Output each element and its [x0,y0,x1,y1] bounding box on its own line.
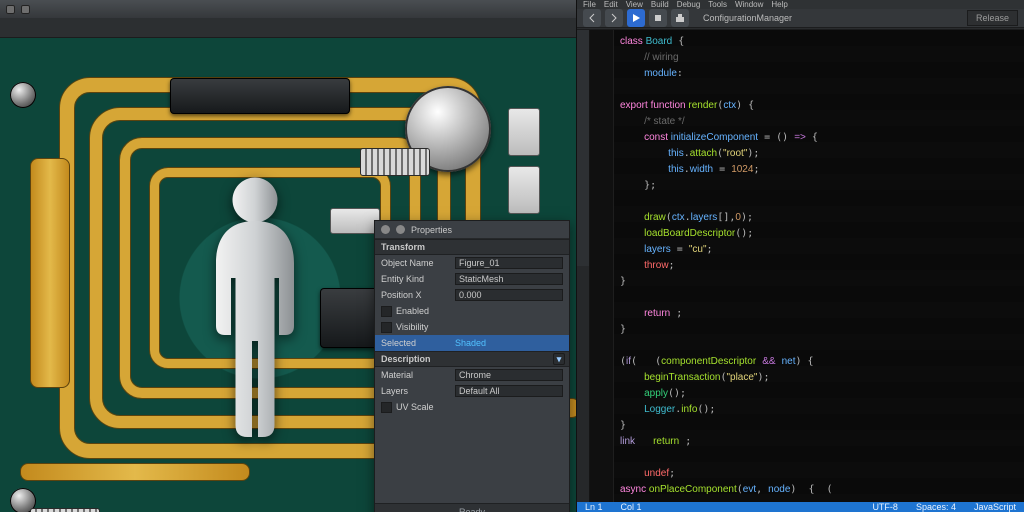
screw-icon [10,82,36,108]
menu-item-help[interactable]: Help [771,0,787,9]
resistor-array-icon [360,148,430,176]
status-bar[interactable]: Ln 1 Col 1 UTF-8 Spaces: 4 JavaScript [577,502,1024,512]
prop-row-material[interactable]: Material Chrome [375,367,569,383]
menu-item-file[interactable]: File [583,0,596,9]
design-viewport-pane: Properties Transform Object Name Figure_… [0,0,576,512]
prop-layer-input[interactable]: Default All [455,385,563,397]
editor-toolbar[interactable]: ConfigurationManager Release [577,9,1024,28]
prop-pos-input[interactable]: 0.000 [455,289,563,301]
menu-item-edit[interactable]: Edit [604,0,618,9]
build-button[interactable] [671,9,689,27]
prop-type-input[interactable]: StaticMesh [455,273,563,285]
config-dropdown[interactable]: Release [967,10,1018,26]
stop-button[interactable] [649,9,667,27]
menu-item-view[interactable]: View [626,0,643,9]
prop-material-input[interactable]: Chrome [455,369,563,381]
status-line: Ln 1 [585,502,603,512]
checkbox-icon[interactable] [381,306,392,317]
prop-row-enabled[interactable]: Enabled [375,303,569,319]
properties-panel-header[interactable]: Properties [375,221,569,239]
prop-row-layer[interactable]: Layers Default All [375,383,569,399]
panel-menu-icon[interactable] [381,225,390,234]
section-material[interactable]: Description ▾ [375,351,569,367]
menu-item-debug[interactable]: Debug [677,0,701,9]
collapse-icon[interactable]: ▾ [553,353,565,365]
prop-row-vis[interactable]: Visibility [375,319,569,335]
nav-fwd-button[interactable] [605,9,623,27]
menu-item-tools[interactable]: Tools [708,0,727,9]
status-enc: UTF-8 [872,502,898,512]
run-button[interactable] [627,9,645,27]
line-number-gutter [590,30,614,502]
pcb-3d-viewport[interactable]: Properties Transform Object Name Figure_… [0,38,576,512]
menu-item-window[interactable]: Window [735,0,763,9]
window-control-icon[interactable] [6,5,15,14]
code-editor[interactable]: class Board { // wiring module: export f… [577,30,1024,502]
section-transform[interactable]: Transform [375,239,569,255]
status-indent: Spaces: 4 [916,502,956,512]
code-editor-pane: File Edit View Build Debug Tools Window Help Co… [576,0,1024,512]
prop-row-pos[interactable]: Position X 0.000 [375,287,569,303]
ic-chip-icon [170,78,350,114]
viewport-tabstrip[interactable] [0,18,576,38]
properties-panel[interactable]: Properties Transform Object Name Figure_… [374,220,570,512]
checkbox-icon[interactable] [381,322,392,333]
nav-back-button[interactable] [583,9,601,27]
prop-name-input[interactable]: Figure_01 [455,257,563,269]
prop-row-scale[interactable]: UV Scale [375,399,569,415]
toolbar-caption: ConfigurationManager [703,13,792,23]
viewport-titlebar [0,0,576,18]
status-col: Col 1 [621,502,642,512]
code-area[interactable]: class Board { // wiring module: export f… [614,30,1024,502]
properties-panel-footer: Ready [375,503,569,512]
window-control-icon[interactable] [21,5,30,14]
vertical-tab-well[interactable] [577,30,590,502]
prop-row-type[interactable]: Entity Kind StaticMesh [375,271,569,287]
prop-row-selected[interactable]: Selected Shaded [375,335,569,351]
menu-item-build[interactable]: Build [651,0,669,9]
prop-row-name[interactable]: Object Name Figure_01 [375,255,569,271]
panel-menu-icon[interactable] [396,225,405,234]
menubar[interactable]: File Edit View Build Debug Tools Window Help [577,0,1024,9]
properties-panel-title: Properties [411,225,452,235]
status-lang: JavaScript [974,502,1016,512]
checkbox-icon[interactable] [381,402,392,413]
person-silhouette-icon [180,173,330,443]
